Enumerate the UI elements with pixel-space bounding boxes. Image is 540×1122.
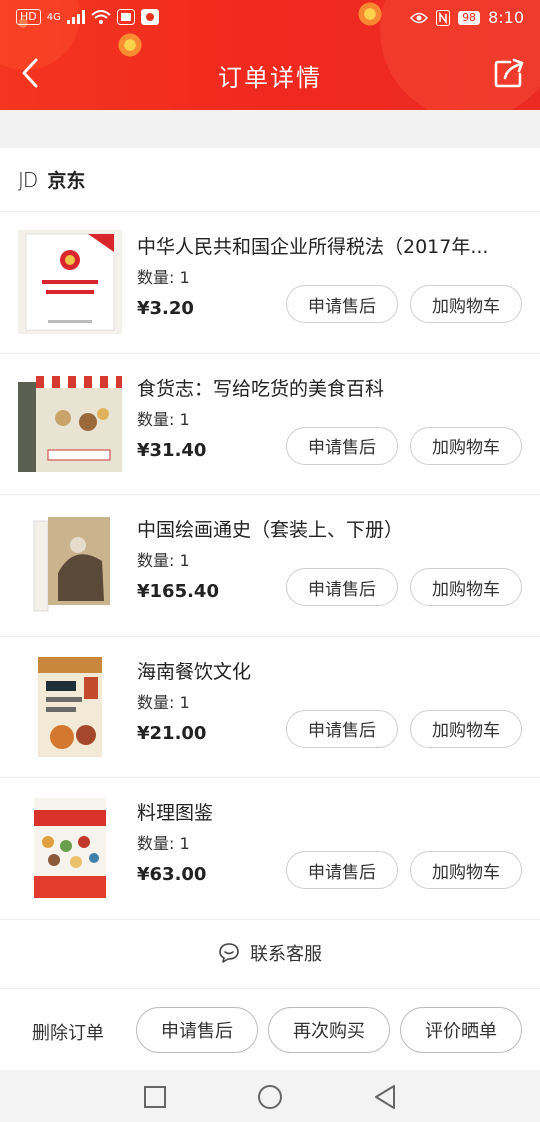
- wifi-icon: [91, 10, 111, 24]
- book-cover-image: [18, 230, 122, 334]
- product-thumbnail[interactable]: [18, 654, 122, 759]
- after-sales-button[interactable]: 申请售后: [286, 568, 398, 607]
- book-cover-image: [18, 654, 122, 759]
- hd-indicator: HD: [16, 9, 41, 25]
- after-sales-button[interactable]: 申请售后: [286, 426, 398, 465]
- share-icon[interactable]: [492, 56, 526, 90]
- rebuy-button[interactable]: 再次购买: [268, 1007, 390, 1053]
- product-title[interactable]: 海南餐饮文化: [137, 657, 522, 684]
- product-quantity: 数量: 1: [137, 692, 190, 712]
- product-price: ¥3.20: [137, 298, 194, 319]
- chat-icon: [219, 943, 239, 963]
- add-to-cart-button[interactable]: 加购物车: [410, 568, 522, 607]
- signal-icon: [66, 10, 85, 24]
- add-to-cart-button[interactable]: 加购物车: [410, 285, 522, 323]
- contact-service-label: 联系客服: [250, 943, 322, 965]
- product-quantity: 数量: 1: [137, 409, 190, 429]
- book-cover-image: [18, 796, 122, 901]
- order-action-bar: 删除订单 申请售后 再次购买 评价晒单: [0, 988, 540, 1070]
- product-title[interactable]: 中华人民共和国企业所得税法（2017年...: [137, 232, 522, 259]
- product-thumbnail[interactable]: [18, 796, 122, 901]
- product-thumbnail[interactable]: [18, 230, 122, 334]
- add-to-cart-button[interactable]: 加购物车: [410, 426, 522, 465]
- delete-order-button[interactable]: 删除订单: [32, 1019, 104, 1045]
- status-bar: HD 4G 98 8:10: [0, 0, 540, 36]
- product-quantity: 数量: 1: [137, 268, 190, 287]
- network-label: 4G: [46, 11, 61, 23]
- after-sales-button[interactable]: 申请售后: [286, 285, 398, 323]
- battery-icon: 98: [458, 10, 481, 25]
- product-title[interactable]: 中国绘画通史（套装上、下册）: [137, 515, 522, 542]
- order-store-card: JD 京东 中华人民共和国企业所得税法（2017年... 数量: 1 ¥3.20…: [0, 148, 540, 988]
- order-item: 海南餐饮文化 数量: 1 ¥21.00 申请售后 加购物车: [0, 637, 540, 779]
- after-sales-order-button[interactable]: 申请售后: [136, 1007, 258, 1053]
- system-nav-bar: [0, 1070, 540, 1122]
- store-header[interactable]: JD 京东: [0, 148, 540, 212]
- product-price: ¥31.40: [137, 439, 207, 461]
- order-item: 中华人民共和国企业所得税法（2017年... 数量: 1 ¥3.20 申请售后 …: [0, 212, 540, 354]
- product-quantity: 数量: 1: [137, 551, 190, 571]
- after-sales-button[interactable]: 申请售后: [286, 851, 398, 890]
- clock: 8:10: [488, 8, 524, 27]
- product-thumbnail[interactable]: [18, 371, 122, 476]
- product-title[interactable]: 食货志：写给吃货的美食百科: [137, 374, 522, 401]
- page-title: 订单详情: [218, 64, 322, 92]
- product-quantity: 数量: 1: [137, 834, 190, 854]
- after-sales-button[interactable]: 申请售后: [286, 709, 398, 748]
- header-bar: HD 4G 98 8:10 订单详情: [0, 0, 540, 110]
- nfc-icon: [436, 9, 451, 26]
- contact-service-button[interactable]: 联系客服: [0, 920, 540, 986]
- order-item: 中国绘画通史（套装上、下册） 数量: 1 ¥165.40 申请售后 加购物车: [0, 495, 540, 637]
- back-triangle-icon[interactable]: [370, 1082, 400, 1112]
- home-circle-icon[interactable]: [255, 1082, 285, 1112]
- add-to-cart-button[interactable]: 加购物车: [410, 709, 522, 748]
- app-notification-icon-2: [140, 9, 159, 25]
- store-name: 京东: [47, 170, 86, 192]
- product-price: ¥21.00: [137, 722, 207, 744]
- product-thumbnail[interactable]: [18, 513, 122, 618]
- eye-icon: [410, 12, 429, 23]
- product-title[interactable]: 料理图鉴: [137, 798, 522, 825]
- book-cover-image: [18, 513, 122, 618]
- recents-square-icon[interactable]: [140, 1082, 170, 1112]
- order-item: 料理图鉴 数量: 1 ¥63.00 申请售后 加购物车: [0, 778, 540, 920]
- review-button[interactable]: 评价晒单: [400, 1007, 522, 1053]
- product-price: ¥63.00: [137, 864, 207, 886]
- product-price: ¥165.40: [137, 581, 219, 603]
- app-notification-icon: [116, 9, 135, 25]
- book-cover-image: [18, 371, 122, 476]
- jd-logo: JD: [18, 167, 38, 192]
- order-item: 食货志：写给吃货的美食百科 数量: 1 ¥31.40 申请售后 加购物车: [0, 354, 540, 496]
- add-to-cart-button[interactable]: 加购物车: [410, 851, 522, 890]
